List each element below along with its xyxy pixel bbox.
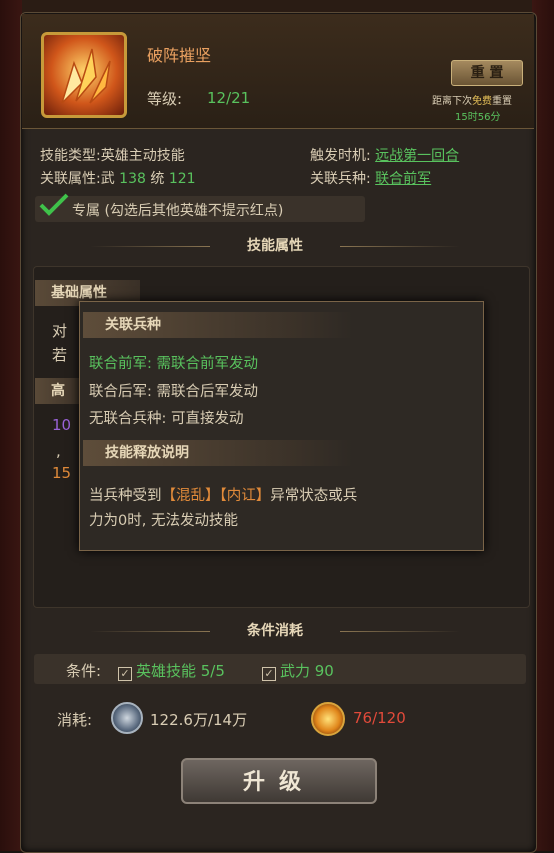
crystal-burst-icon bbox=[61, 48, 111, 104]
troop-row: 关联兵种: 联合前军 bbox=[310, 171, 432, 187]
skill-type-row: 技能类型:英雄主动技能 bbox=[40, 148, 185, 164]
exclusive-label: 专属 (勾选后其他英雄不提示红点) bbox=[72, 203, 284, 219]
condition-hero-skill: ✓ 英雄技能 5/5 bbox=[112, 660, 225, 681]
tooltip-desc-line1: 当兵种受到【混乱】【内讧】异常状态或兵 bbox=[89, 488, 358, 504]
attr-row-5: 15 bbox=[52, 464, 72, 482]
condition-force: ✓ 武力 90 bbox=[256, 660, 334, 681]
related-attr-row: 关联属性:武 138 统 121 bbox=[40, 171, 196, 187]
skill-orb-icon bbox=[311, 702, 345, 736]
cost-section-title: 条件消耗 bbox=[90, 620, 460, 642]
tooltip-head-troop: 关联兵种 bbox=[83, 312, 353, 338]
trigger-link[interactable]: 远战第一回合 bbox=[375, 148, 459, 164]
skill-icon bbox=[41, 32, 127, 118]
orb-cost: 76/120 bbox=[353, 709, 406, 727]
troop-link[interactable]: 联合前军 bbox=[375, 171, 431, 187]
tooltip-line-front: 联合前军: 需联合前军发动 bbox=[89, 356, 258, 372]
reset-button[interactable]: 重 置 bbox=[451, 60, 523, 86]
upgrade-button[interactable]: 升级 bbox=[181, 758, 377, 804]
level-label: 等级: bbox=[147, 90, 183, 108]
attributes-section-title: 技能属性 bbox=[90, 235, 460, 257]
level-value: 12/21 bbox=[207, 89, 251, 107]
tooltip-desc-line2: 力为0时, 无法发动技能 bbox=[89, 513, 238, 529]
silver-coin-icon bbox=[111, 702, 143, 734]
tooltip-line-none: 无联合兵种: 可直接发动 bbox=[89, 411, 244, 427]
attr-row-1: 对 bbox=[52, 322, 68, 340]
trigger-row: 触发时机: 远战第一回合 bbox=[310, 148, 460, 164]
attr-row-2: 若 bbox=[52, 346, 68, 364]
attr-row-3: 10 bbox=[52, 416, 72, 434]
high-attr-head: 高 bbox=[35, 378, 85, 404]
conditions-label: 条件: bbox=[66, 662, 102, 680]
left-backdrop bbox=[0, 0, 22, 851]
reset-note: 距离下次免费重置 bbox=[432, 96, 512, 107]
checkbox-icon: ✓ bbox=[118, 667, 132, 681]
check-icon[interactable] bbox=[38, 192, 70, 218]
skill-name: 破阵摧坚 bbox=[147, 46, 212, 65]
reset-time: 15时56分 bbox=[455, 112, 501, 123]
silver-cost: 122.6万/14万 bbox=[150, 711, 248, 729]
attr-row-4: , bbox=[56, 442, 61, 460]
checkbox-icon: ✓ bbox=[262, 667, 276, 681]
tooltip-head-release: 技能释放说明 bbox=[83, 440, 353, 466]
cost-label: 消耗: bbox=[57, 711, 93, 729]
tooltip-line-rear: 联合后军: 需联合后军发动 bbox=[89, 384, 258, 400]
